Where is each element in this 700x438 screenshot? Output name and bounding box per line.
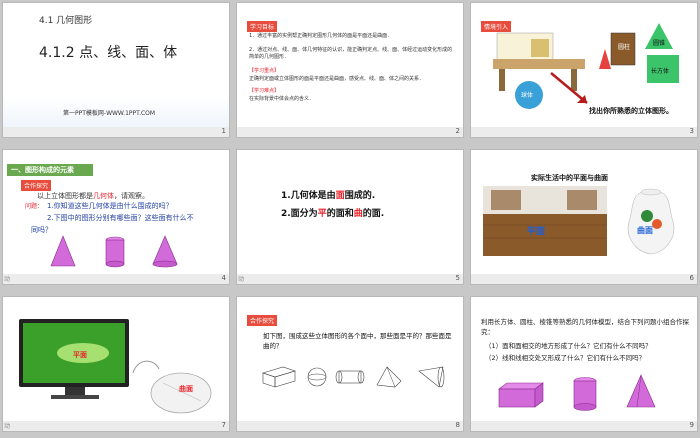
plane-label: 平面 [527, 227, 546, 237]
slide-thumbnail-4[interactable]: 一、图形构成的元素 合作探究 以上立体图形都是几何体，请观察。 问题： 1.你知… [2, 149, 230, 285]
chapter-label: 4.1 几何图形 [39, 16, 93, 26]
point-2-curved: 曲 [353, 209, 363, 219]
explore-shapes [498, 374, 656, 411]
point-1-text: 1.几何体是由 [281, 191, 336, 201]
focus-tag: 【学习重点】 [249, 68, 280, 74]
slide-footer-bar [471, 127, 697, 137]
plane-curve-photos [483, 186, 675, 256]
point-2-end: 的面. [362, 209, 385, 219]
slide-thumbnail-6[interactable]: 实际生活中的平面与曲面 平面 曲面 6 [470, 149, 698, 285]
slide-number: 8 [455, 421, 460, 429]
label-cone: 圆锥 [653, 40, 666, 47]
curve-label: 曲面 [637, 226, 653, 235]
slide-thumbnail-8[interactable]: 合作探究 如下图，围成这些立体图形的各个面中，那些面是平的？那些面是曲的？ 8 [236, 296, 464, 432]
template-footer: 第一PPT模板网-WWW.1PPT.COM [63, 110, 156, 117]
slide-footer-bar [3, 127, 229, 137]
cylinder-shape [573, 380, 597, 408]
label-cylinder: 圆柱 [618, 44, 631, 51]
slide-footer-bar [237, 127, 463, 137]
slide-thumbnail-1[interactable]: 4.1 几何图形 4.1.2 点、线、面、体 第一PPT模板网-WWW.1PPT… [2, 2, 230, 138]
cone-shape [152, 235, 178, 265]
pyramid-shape [626, 374, 656, 408]
slide-number: 3 [689, 127, 694, 135]
label-cuboid: 长方体 [651, 68, 670, 75]
animation-icon: 动 [4, 276, 11, 283]
plane-label: 平面 [73, 351, 87, 359]
curve-label: 曲面 [179, 385, 193, 393]
focus-text: 正确判定面或立体图形的面是平面还是曲面，感受点、线、面、体之间的关系． [249, 76, 425, 82]
slide-thumbnail-3[interactable]: 情境引入 圆柱 圆锥 长方体 球体 找出你所熟悉的立体图形。 3 [470, 2, 698, 138]
slide-title: 4.1.2 点、线、面、体 [39, 45, 178, 61]
difficulty-text: 在实际背景中体会点的含义． [249, 96, 315, 102]
slide-number: 4 [221, 274, 226, 282]
point-1-highlight: 面 [335, 191, 345, 201]
slide-thumbnail-9[interactable]: 利用长方体、圆柱、棱锥等熟悉的几何体模型，结合下列问题小组合作探究： （1）面和… [470, 296, 698, 432]
solid-shapes [50, 235, 178, 268]
slide-number: 1 [221, 127, 226, 135]
slide-footer-bar [237, 421, 463, 431]
slide-footer-bar [471, 421, 697, 431]
slide-thumbnail-grid: 4.1 几何图形 4.1.2 点、线、面、体 第一PPT模板网-WWW.1PPT… [0, 0, 700, 438]
point-2-text: 2.面分为 [281, 209, 318, 219]
slide-thumbnail-5[interactable]: 1.几何体是由面围成的. 2.面分为平的面和曲的面. 动 5 [236, 149, 464, 285]
difficulty-tag: 【学习难点】 [249, 88, 280, 94]
slide-footer-bar [3, 421, 229, 431]
slide-footer-bar [471, 274, 697, 284]
cuboid-shape [498, 388, 536, 408]
goal-2: 2．通过对点、线、面、体几何特征的认识，能正确判定点、线、面、体经过运动变化形成… [249, 47, 453, 60]
slide-footer-bar [237, 274, 463, 284]
animation-icon: 动 [4, 423, 11, 430]
learning-goal-tag: 学习目标 [247, 21, 278, 32]
slide-number: 5 [455, 274, 460, 282]
slide-number: 7 [221, 421, 226, 429]
slide-number: 9 [689, 421, 694, 429]
point-2-mid: 的面和 [326, 209, 354, 219]
solid-outline-shapes [262, 366, 445, 388]
monitor-mouse-illustration [19, 319, 212, 414]
situation-prompt: 找出你所熟悉的立体图形。 [589, 107, 673, 115]
slide-number: 6 [689, 274, 694, 282]
animation-icon: 动 [238, 276, 245, 283]
label-sphere: 球体 [521, 92, 534, 99]
point-1: 1.几何体是由面围成的. [281, 190, 375, 202]
point-1-end: 围成的. [344, 191, 376, 201]
slide-thumbnail-7[interactable]: 平面 曲面 动 7 [2, 296, 230, 432]
point-2: 2.面分为平的面和曲的面. [281, 208, 384, 220]
slide-thumbnail-2[interactable]: 学习目标 1．通过丰富的实例帮正确判定图形几何体的面是平面还是曲面． 2．通过对… [236, 2, 464, 138]
goal-1: 1．通过丰富的实例帮正确判定图形几何体的面是平面还是曲面． [249, 33, 393, 39]
cylinder-shape [105, 239, 125, 265]
slide-number: 2 [455, 127, 460, 135]
pyramid-shape [50, 235, 76, 267]
point-2-flat: 平 [317, 209, 327, 219]
slide-footer-bar [3, 274, 229, 284]
